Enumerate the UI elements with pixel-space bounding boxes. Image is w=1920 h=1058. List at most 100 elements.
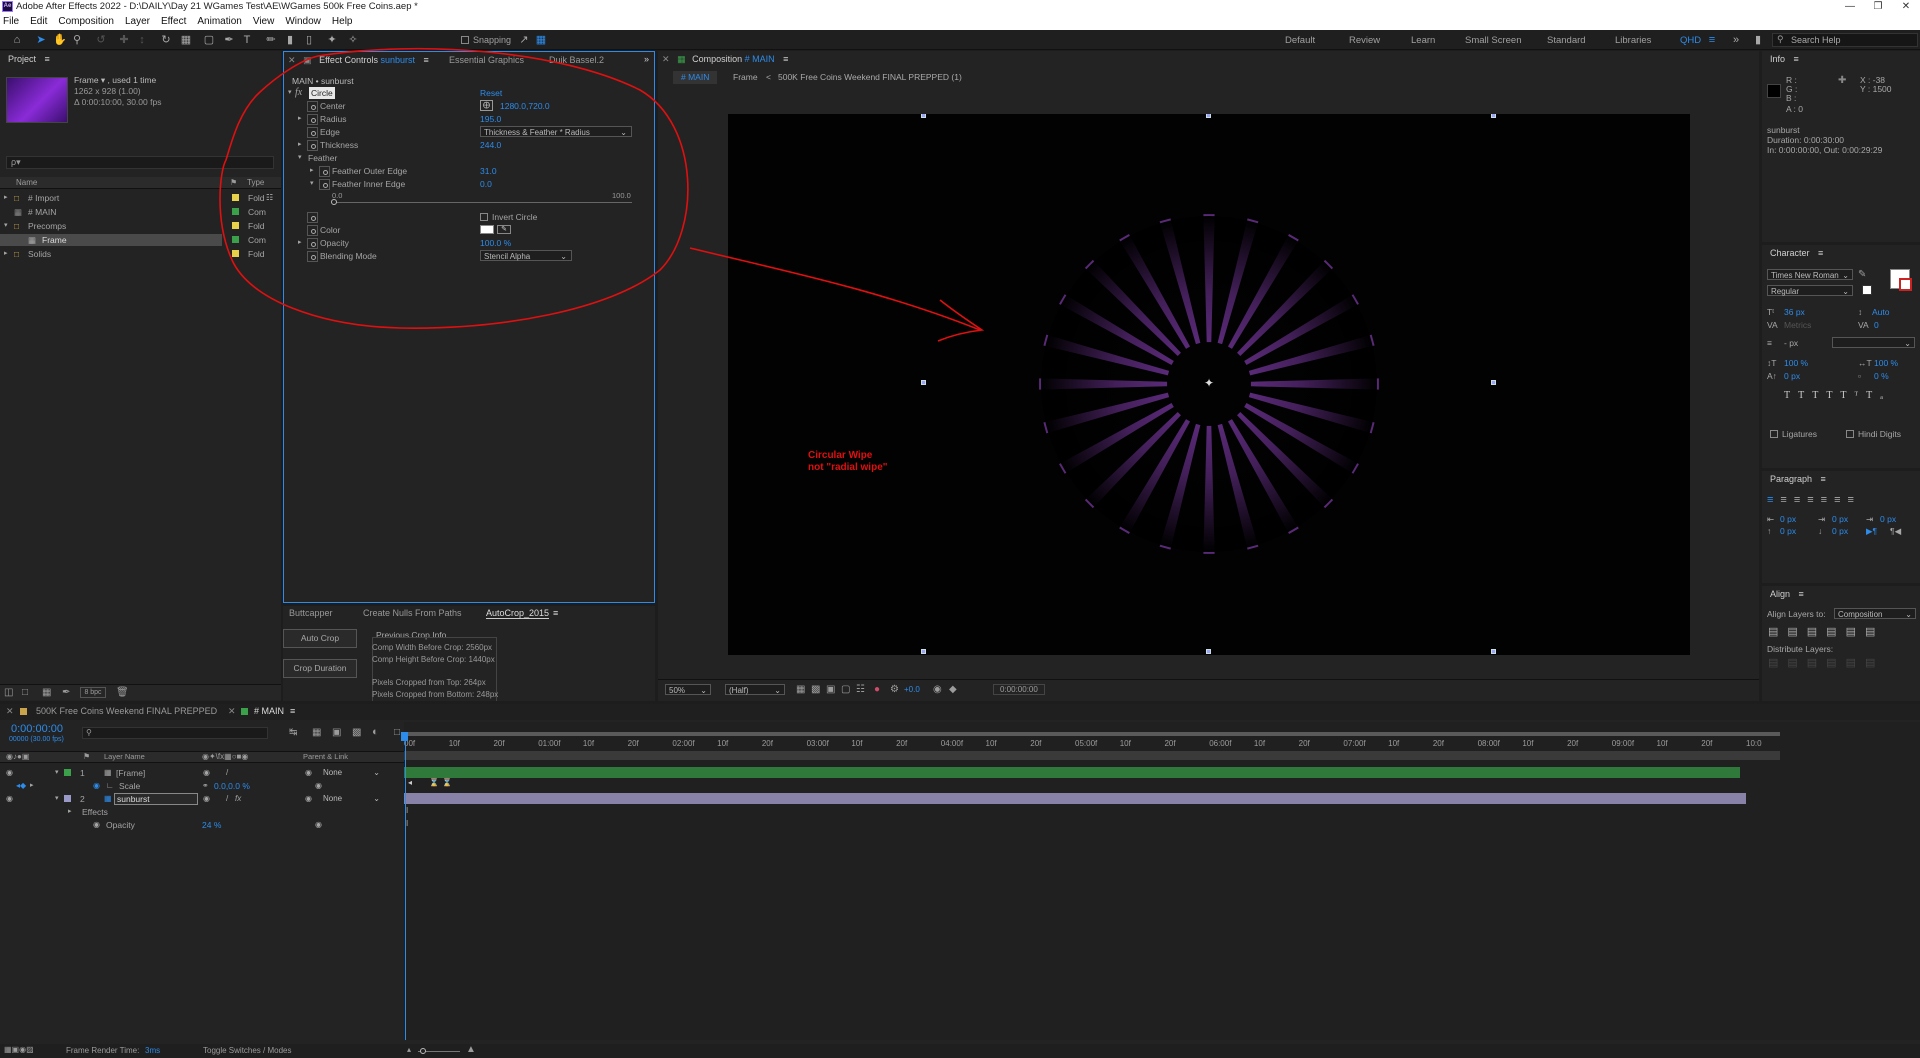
menu-effect[interactable]: Effect [161, 14, 186, 30]
col-layer-name[interactable]: Layer Name [104, 752, 145, 761]
space-before-value[interactable]: 0 px [1780, 526, 1796, 536]
expand-arrow-icon[interactable]: ▸ [4, 248, 8, 260]
crosshair-icon[interactable]: ⨁ [480, 100, 493, 111]
stopwatch-icon[interactable] [319, 179, 330, 190]
expand-arrow-icon[interactable]: ▸ [298, 113, 302, 125]
distribute-buttons[interactable]: ▤▤▤▤▤▤ [1768, 656, 1884, 669]
eraser-tool-icon[interactable]: ▯ [303, 34, 315, 46]
quality-switch-icon[interactable]: / [226, 793, 228, 805]
bounding-handle[interactable] [1206, 649, 1211, 654]
collapse-arrow-icon[interactable]: ▾ [310, 178, 314, 190]
eyedropper-icon[interactable]: ✎ [497, 225, 511, 234]
opacity-value[interactable]: 24 % [202, 819, 221, 831]
maximize-icon[interactable]: ❐ [1864, 0, 1892, 14]
sunburst-layer-bar[interactable] [404, 793, 1746, 804]
quality-switch-icon[interactable]: / [226, 767, 228, 779]
expand-arrow-icon[interactable]: ▸ [30, 780, 34, 792]
horizontal-scale-value[interactable]: 100 % [1874, 358, 1898, 368]
prop-value[interactable]: 195.0 [480, 113, 501, 125]
exposure-value[interactable]: +0.0 [904, 685, 920, 694]
color-channels-icon[interactable]: ● [874, 684, 880, 695]
fx-icon[interactable]: fx [295, 87, 302, 99]
fast-previews-icon[interactable]: ▦ [796, 684, 805, 695]
stopwatch-icon[interactable] [319, 166, 330, 177]
bounding-handle[interactable] [921, 114, 926, 118]
panel-menu-icon[interactable]: ≡ [290, 706, 295, 716]
panel-close-icon[interactable]: ✕ [662, 54, 670, 64]
workspace-standard[interactable]: Standard [1547, 35, 1586, 46]
stopwatch-icon[interactable]: ◉ [93, 780, 100, 792]
resolution-dropdown[interactable]: (Half) ⌄ [725, 684, 785, 695]
pick-whip-icon[interactable]: ◉ [305, 767, 312, 779]
label-color-swatch[interactable] [232, 208, 239, 215]
color-swatch[interactable] [480, 225, 494, 234]
project-search-input[interactable]: ρ▾ [6, 156, 274, 169]
zoom-dropdown[interactable]: 50% ⌄ [665, 684, 711, 695]
workspace-review[interactable]: Review [1349, 35, 1380, 46]
shy-layers-icon[interactable]: ▣ [332, 727, 341, 738]
panel-lock-icon[interactable]: ▣ [303, 55, 312, 65]
keyframe-icon[interactable]: ⌛ [442, 778, 452, 787]
ltr-direction-icon[interactable]: ▶¶ [1866, 526, 1877, 537]
alignment-buttons[interactable]: ≡≡≡≡≡≡≡ [1767, 494, 1861, 506]
effect-reset-link[interactable]: Reset [480, 87, 502, 99]
align-buttons[interactable]: ▤▤▤▤▤▤ [1768, 625, 1884, 638]
show-snapshot-icon[interactable]: ◆ [949, 684, 957, 695]
autocrop-tab[interactable]: AutoCrop_2015 [486, 608, 550, 619]
panel-overflow-icon[interactable]: » [644, 54, 649, 64]
project-col-type[interactable]: Type [247, 178, 264, 187]
visibility-eye-icon[interactable]: ◉ [6, 767, 13, 779]
shy-switch-icon[interactable]: ◉ [203, 793, 210, 805]
invert-circle-checkbox[interactable] [480, 213, 488, 221]
layer-row-frame[interactable]: ◉ ▾ 1 ▦ [Frame] ◉ / ◉ None ⌄ [0, 767, 404, 779]
project-row-frame[interactable]: ▦ Frame [0, 234, 222, 246]
auto-crop-button[interactable]: Auto Crop [283, 629, 357, 648]
panel-close-icon[interactable]: ✕ [288, 55, 296, 65]
exposure-icon[interactable]: ⚙ [890, 684, 899, 695]
feather-inner-slider-thumb[interactable] [331, 199, 337, 205]
clone-stamp-tool-icon[interactable]: ▮ [284, 34, 296, 46]
collapse-arrow-icon[interactable]: ▾ [55, 767, 59, 779]
prop-value[interactable]: 100.0 % [480, 237, 511, 249]
timeline-tab-prepped[interactable]: 500K Free Coins Weekend FINAL PREPPED [36, 706, 217, 716]
stopwatch-icon[interactable] [307, 238, 318, 249]
create-nulls-tab[interactable]: Create Nulls From Paths [363, 608, 462, 618]
link-icon[interactable]: ⚭ [202, 780, 209, 792]
stroke-color-swatch[interactable] [1899, 278, 1912, 291]
bounding-handle[interactable] [1491, 114, 1496, 118]
timeline-search-input[interactable]: ⚲ [82, 727, 268, 739]
brush-tool-icon[interactable]: ✏ [265, 34, 277, 46]
panel-close-icon[interactable]: ✕ [6, 706, 14, 717]
zoom-tool-icon[interactable]: ⚲ [71, 34, 83, 46]
stopwatch-icon[interactable] [307, 127, 318, 138]
breadcrumb-main[interactable]: # MAIN [673, 71, 718, 84]
guides-icon[interactable]: ☷ [856, 684, 865, 695]
breadcrumb-prepped[interactable]: 500K Free Coins Weekend FINAL PREPPED (1… [778, 71, 962, 84]
interpret-footage-icon[interactable]: ◫ [4, 687, 13, 698]
mask-visibility-icon[interactable]: ▣ [826, 684, 835, 695]
menu-edit[interactable]: Edit [30, 14, 47, 30]
font-style-dropdown[interactable]: Regular ⌄ [1767, 285, 1853, 296]
close-icon[interactable]: ✕ [1892, 0, 1920, 14]
collapse-arrow-icon[interactable]: ▾ [4, 220, 8, 232]
av-features-icon[interactable]: ◉♪●▣ [6, 752, 29, 761]
snapping-checkbox[interactable] [461, 36, 469, 44]
zoom-slider-thumb[interactable] [420, 1048, 426, 1054]
keyframe-icon[interactable]: ⌛ [429, 778, 439, 787]
graph-icon[interactable]: ∟ [106, 780, 114, 792]
effect-switch-icon[interactable]: fx [235, 793, 241, 805]
menu-view[interactable]: View [253, 14, 275, 30]
effect-controls-tab[interactable]: Effect Controls [319, 55, 378, 65]
font-size-value[interactable]: 36 px [1784, 307, 1805, 317]
first-line-value[interactable]: 0 px [1880, 514, 1896, 524]
expand-arrow-icon[interactable]: ▸ [298, 237, 302, 249]
prop-value[interactable]: 0.0 [480, 178, 492, 190]
workspace-small-screen[interactable]: Small Screen [1465, 35, 1522, 46]
stopwatch-icon[interactable]: ◉ [93, 819, 100, 831]
expand-arrow-icon[interactable]: ▸ [68, 806, 72, 818]
label-color-swatch[interactable] [232, 250, 239, 257]
menu-layer[interactable]: Layer [125, 14, 150, 30]
layer-label-chip[interactable] [64, 769, 71, 776]
tsume-value[interactable]: 0 % [1874, 371, 1889, 381]
edge-dropdown[interactable]: Thickness & Feather * Radius ⌄ [480, 126, 632, 137]
